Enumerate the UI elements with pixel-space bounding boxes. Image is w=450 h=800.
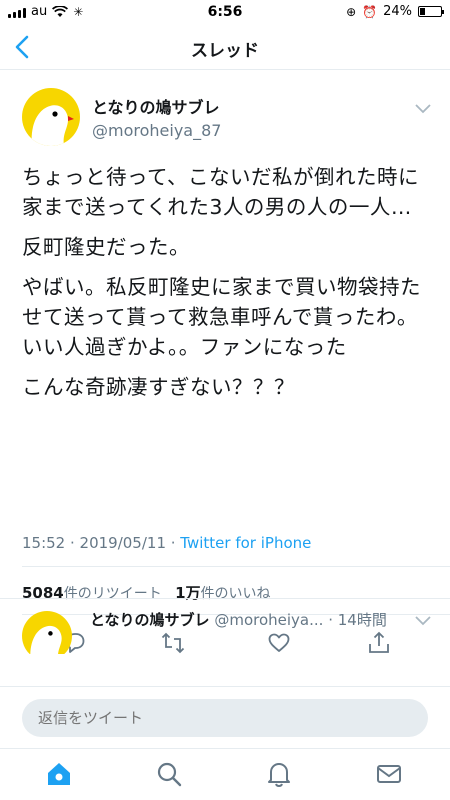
pigeon-avatar-icon bbox=[31, 105, 74, 146]
alarm-icon: ⏰ bbox=[362, 4, 378, 19]
nav-header: スレッド bbox=[0, 24, 450, 70]
avatar[interactable] bbox=[22, 88, 80, 146]
next-tweet[interactable]: となりの鳩サブレ @moroheiya... · 14時間 bbox=[0, 598, 450, 654]
page-title: スレッド bbox=[191, 41, 259, 61]
status-bar: au ✳ 6:56 ⊕ ⏰ 24% bbox=[0, 0, 450, 24]
battery-percent: 24% bbox=[383, 4, 412, 19]
user-handle: @moroheiya... bbox=[214, 611, 324, 629]
user-handle: @moroheiya_87 bbox=[92, 121, 222, 140]
tweet-paragraph: 反町隆史だった。 bbox=[22, 235, 190, 259]
tweet-text: ちょっと待って、こないだ私が倒れた時に家まで送ってくれた3人の男の人の一人… 反… bbox=[22, 162, 432, 412]
chevron-down-icon bbox=[415, 104, 431, 114]
tab-home[interactable] bbox=[44, 759, 74, 789]
tab-messages[interactable] bbox=[374, 759, 404, 789]
rotation-lock-icon: ⊕ bbox=[346, 4, 357, 19]
tweet-source-link[interactable]: Twitter for iPhone bbox=[180, 534, 311, 552]
tab-notifications[interactable] bbox=[264, 759, 294, 789]
tweet-paragraph: ちょっと待って、こないだ私が倒れた時に家まで送ってくれた3人の男の人の一人… bbox=[22, 165, 419, 219]
author-block[interactable]: となりの鳩サブレ @moroheiya_87 bbox=[92, 94, 221, 140]
search-icon bbox=[157, 762, 182, 787]
pigeon-avatar-icon bbox=[30, 625, 62, 654]
status-right: ⊕ ⏰ 24% bbox=[346, 4, 444, 19]
home-icon bbox=[48, 763, 70, 785]
tweet-time: · 14時間 bbox=[328, 611, 387, 629]
bell-icon bbox=[268, 763, 290, 788]
display-name: となりの鳩サブレ bbox=[90, 611, 210, 629]
battery-icon bbox=[418, 6, 444, 17]
tweet-meta: 15:52 · 2019/05/11 · Twitter for iPhone bbox=[22, 534, 311, 552]
more-options-button[interactable] bbox=[414, 100, 432, 114]
tweet-timestamp: 15:52 · 2019/05/11 · bbox=[22, 534, 181, 552]
tab-bar bbox=[0, 748, 450, 800]
tweet-paragraph: やばい。私反町隆史に家まで買い物袋持たせて送って貰って救急車呼んで貰ったわ。いい… bbox=[22, 275, 421, 359]
reply-bar bbox=[0, 686, 450, 748]
mail-icon bbox=[377, 765, 401, 783]
chevron-down-icon[interactable] bbox=[414, 615, 432, 627]
divider bbox=[22, 566, 450, 567]
reply-input[interactable] bbox=[22, 699, 428, 737]
tab-search[interactable] bbox=[154, 759, 184, 789]
next-tweet-header: となりの鳩サブレ @moroheiya... · 14時間 bbox=[90, 609, 387, 630]
tweet-paragraph: こんな奇跡凄すぎない？？？ bbox=[22, 375, 295, 399]
avatar[interactable] bbox=[22, 611, 72, 654]
display-name: となりの鳩サブレ bbox=[92, 98, 220, 117]
